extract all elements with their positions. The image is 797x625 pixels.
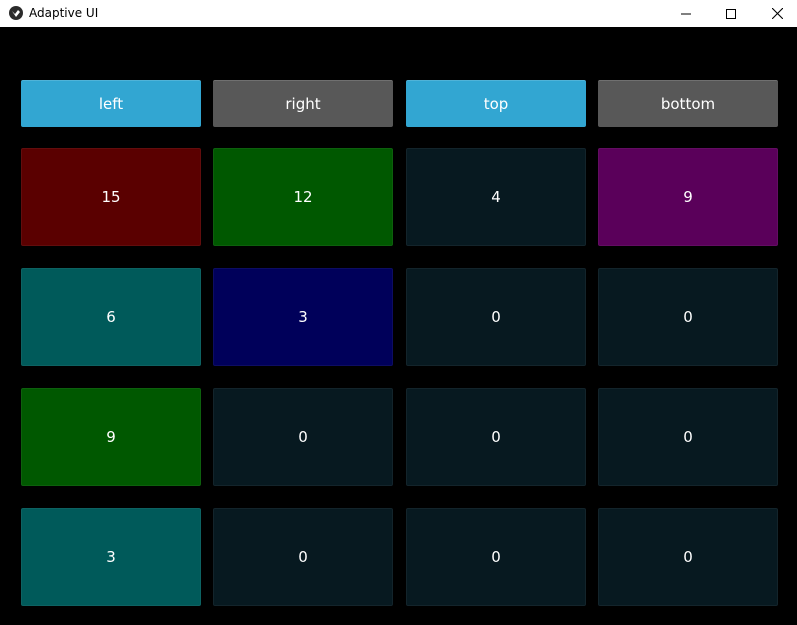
grid-cell: 3 xyxy=(213,268,393,366)
maximize-button[interactable] xyxy=(708,0,754,27)
grid-cell: 0 xyxy=(213,388,393,486)
grid-cell: 12 xyxy=(213,148,393,246)
close-button[interactable] xyxy=(754,0,797,27)
left-button[interactable]: left xyxy=(21,80,201,127)
grid-cell: 0 xyxy=(406,508,586,606)
right-button[interactable]: right xyxy=(213,80,393,127)
grid-cell: 0 xyxy=(406,268,586,366)
kivy-logo-icon xyxy=(9,6,23,20)
minimize-button[interactable] xyxy=(663,0,709,27)
grid-cell: 4 xyxy=(406,148,586,246)
grid-cell: 6 xyxy=(21,268,201,366)
grid-cell: 9 xyxy=(598,148,778,246)
grid-cell: 15 xyxy=(21,148,201,246)
grid-cell: 0 xyxy=(213,508,393,606)
minimize-icon xyxy=(681,13,691,14)
title-bar: Adaptive UI xyxy=(0,0,797,27)
main-content: left right top bottom 15 12 4 9 6 3 0 0 … xyxy=(0,27,797,625)
grid-cell: 9 xyxy=(21,388,201,486)
grid-cell: 3 xyxy=(21,508,201,606)
top-button[interactable]: top xyxy=(406,80,586,127)
window-title: Adaptive UI xyxy=(29,6,99,20)
grid-cell: 0 xyxy=(406,388,586,486)
grid-cell: 0 xyxy=(598,268,778,366)
close-icon xyxy=(771,8,783,19)
bottom-button[interactable]: bottom xyxy=(598,80,778,127)
grid-cell: 0 xyxy=(598,508,778,606)
maximize-icon xyxy=(726,8,736,19)
grid-cell: 0 xyxy=(598,388,778,486)
